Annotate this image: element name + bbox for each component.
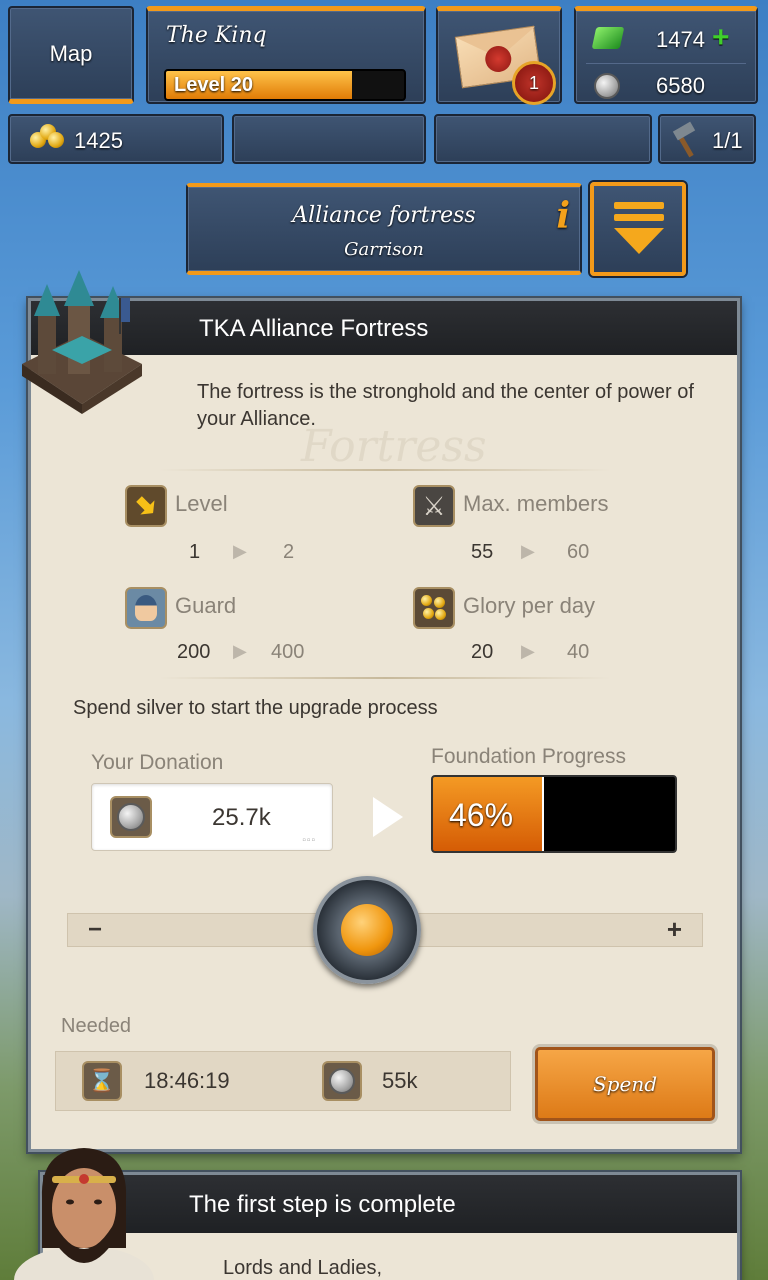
arrow-icon: ▶ <box>521 541 535 561</box>
empty-slot-1 <box>232 114 426 164</box>
message-body: Lords and Ladies, <box>223 1257 383 1279</box>
silver-icon <box>110 796 152 838</box>
fortress-description: The fortress is the stronghold and the c… <box>197 381 694 430</box>
gold-panel: 1425 <box>8 114 224 164</box>
mail-button[interactable]: 1 <box>436 6 562 105</box>
glory-icon <box>413 587 455 629</box>
message-header-title: The first step is complete <box>189 1191 456 1218</box>
stat-label-glory: Glory per day <box>463 593 596 618</box>
stat-guard-from: 200 <box>177 641 211 663</box>
stat-members-to: 60 <box>567 541 590 563</box>
donation-label: Your Donation <box>91 751 224 774</box>
slider-minus-button[interactable]: − <box>88 916 102 944</box>
location-title: Alliance fortress <box>292 203 476 228</box>
stat-members-from: 55 <box>471 541 494 563</box>
hammer-icon <box>672 121 698 158</box>
arrow-icon: ▶ <box>521 641 535 661</box>
gold-count: 1425 <box>74 128 123 153</box>
foundation-progress-bar: 46% <box>431 775 677 853</box>
currency-panel: 1474 + 6580 <box>574 6 758 104</box>
fortress-card: TKA Alliance Fortress Fortress The fortr… <box>28 298 740 1152</box>
king-portrait <box>14 1138 154 1280</box>
stat-label-max-members: Max. members <box>463 491 609 516</box>
level-bar: Level 20 <box>164 69 406 101</box>
stat-level-to: 2 <box>283 541 295 563</box>
stat-label-guard: Guard <box>175 593 237 618</box>
builders-panel[interactable]: 1/1 <box>658 114 756 164</box>
foundation-progress-label: Foundation Progress <box>431 745 626 768</box>
arrow-icon: ▶ <box>233 541 247 561</box>
fortress-castle-image <box>12 264 152 414</box>
dropdown-toggle-button[interactable] <box>590 182 686 276</box>
player-name: The Kinq <box>166 23 267 48</box>
empty-slot-2 <box>434 114 652 164</box>
foundation-progress-text: 46% <box>449 797 514 833</box>
crossed-swords-icon: ⚔ <box>413 485 455 527</box>
builders-count: 1/1 <box>712 128 743 153</box>
location-title-panel[interactable]: Alliance fortress Garrison i <box>186 183 582 275</box>
stat-guard-to: 400 <box>271 641 305 663</box>
silver-icon <box>594 73 620 99</box>
location-subtitle: Garrison <box>344 239 424 260</box>
needed-silver: 55k <box>382 1068 418 1093</box>
arrow-icon: ▶ <box>233 641 247 661</box>
hourglass-icon: ⌛ <box>82 1061 122 1101</box>
spend-prompt: Spend silver to start the upgrade proces… <box>73 697 438 719</box>
slider-knob[interactable] <box>312 876 421 984</box>
info-icon[interactable]: i <box>556 195 570 237</box>
fortress-header-title: TKA Alliance Fortress <box>199 315 429 342</box>
add-gems-button[interactable]: + <box>712 21 730 55</box>
stat-level-from: 1 <box>189 541 201 563</box>
keyboard-hint-icon: ▫▫▫ <box>302 835 316 846</box>
map-button[interactable]: Map <box>8 6 134 104</box>
chevron-down-icon <box>614 202 664 258</box>
player-profile-panel[interactable]: The Kinq Level 20 <box>146 6 426 104</box>
stat-label-level: Level <box>175 491 228 516</box>
level-label: Level 20 <box>174 74 253 96</box>
silver-icon <box>322 1061 362 1101</box>
spend-button-label: Spend <box>592 1072 658 1096</box>
needed-time: 18:46:19 <box>144 1068 230 1093</box>
gem-count: 1474 <box>656 27 705 52</box>
needed-label: Needed <box>61 1015 132 1037</box>
donation-slider[interactable]: − + <box>67 876 703 984</box>
level-up-icon <box>125 485 167 527</box>
stat-glory-to: 40 <box>567 641 590 663</box>
stat-glory-from: 20 <box>471 641 494 663</box>
spend-button[interactable]: Spend <box>535 1047 715 1121</box>
donation-field[interactable]: 25.7k ▫▫▫ <box>91 783 333 851</box>
mail-count-badge: 1 <box>512 61 556 105</box>
map-button-label: Map <box>49 40 93 66</box>
slider-plus-button[interactable]: + <box>667 914 682 945</box>
donation-value: 25.7k <box>212 804 271 831</box>
silver-count: 6580 <box>656 73 705 98</box>
gem-icon <box>591 27 625 49</box>
arrow-right-icon <box>373 797 403 837</box>
guard-icon <box>125 587 167 629</box>
needed-panel: ⌛ 18:46:19 55k <box>55 1051 511 1111</box>
